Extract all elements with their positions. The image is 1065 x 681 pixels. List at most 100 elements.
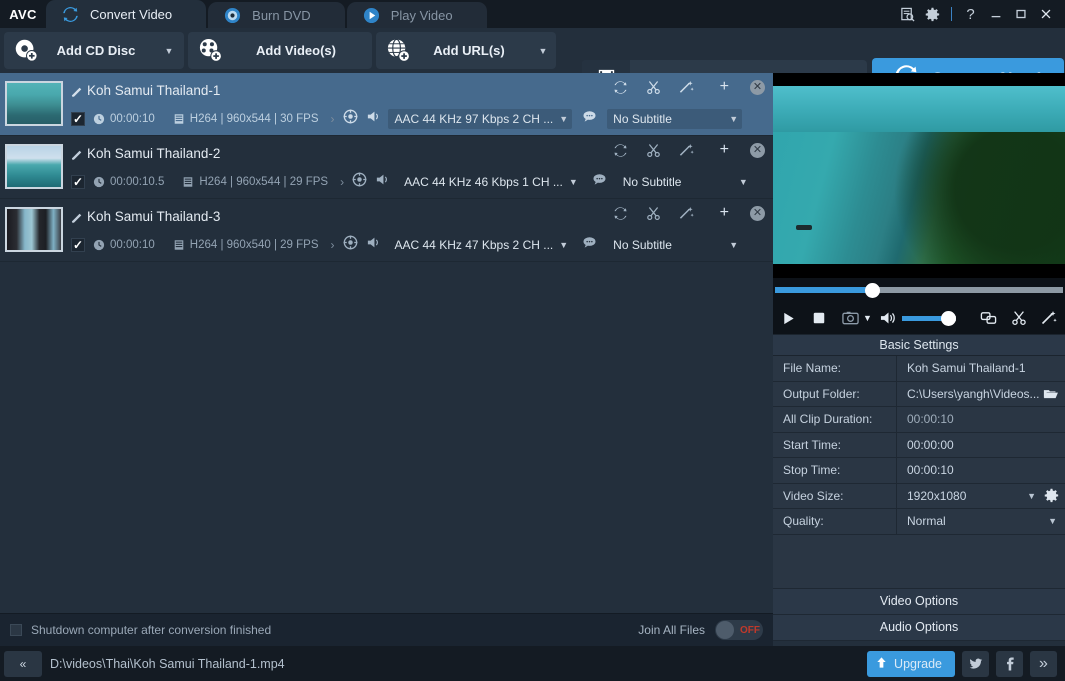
effects-icon[interactable] — [679, 79, 695, 95]
rename-pencil-icon[interactable] — [71, 85, 83, 103]
video-options-button[interactable]: Video Options — [773, 588, 1065, 615]
twitter-icon[interactable] — [962, 650, 989, 677]
trim-scissors-icon[interactable] — [646, 79, 662, 95]
audio-speaker-icon — [366, 235, 381, 255]
subtitle-dropdown[interactable]: No Subtitle ▼ — [607, 109, 743, 129]
add-row-icon[interactable]: + — [720, 205, 729, 221]
tab-convert-video[interactable]: Convert Video — [46, 0, 207, 28]
row-checkbox[interactable]: ✓ — [71, 112, 85, 126]
setting-row-start-time: Start Time: 00:00:00 — [773, 432, 1065, 458]
file-title: Koh Samui Thailand-1 — [87, 83, 221, 98]
audio-track-dropdown[interactable]: AAC 44 KHz 47 Kbps 2 CH ... ▼ — [388, 235, 573, 255]
remove-row-icon[interactable]: ✕ — [750, 142, 765, 158]
rename-pencil-icon[interactable] — [71, 211, 83, 229]
join-all-files-toggle[interactable]: OFF — [715, 620, 763, 640]
main-toolbar: Add CD Disc ▼ Add Video(s) Add URL(s) ▼ — [0, 28, 1065, 99]
preview-sky — [773, 86, 1065, 133]
codec-value: H264 | 960x544 | 30 FPS — [189, 113, 319, 125]
chevron-down-icon[interactable]: ▼ — [530, 46, 556, 56]
facebook-icon[interactable] — [996, 650, 1023, 677]
quality-dropdown[interactable]: Normal ▼ — [897, 509, 1065, 534]
subtitle-dropdown[interactable]: No Subtitle ▼ — [607, 235, 742, 255]
add-cd-disc-button[interactable]: Add CD Disc ▼ — [4, 32, 184, 69]
table-row[interactable]: Koh Samui Thailand-3 ✓ 00:00:10 H264 | 9… — [0, 199, 773, 262]
volume-slider[interactable] — [901, 310, 956, 326]
settings-gear-icon[interactable] — [920, 1, 945, 27]
shutdown-label: Shutdown computer after conversion finis… — [31, 623, 272, 637]
audio-track-value: AAC 44 KHz 97 Kbps 2 CH ... — [394, 112, 554, 126]
collapse-panel-button[interactable]: « — [4, 650, 42, 677]
target-icon[interactable] — [352, 172, 367, 192]
target-icon[interactable] — [343, 109, 358, 129]
row-checkbox[interactable]: ✓ — [71, 175, 85, 189]
table-row[interactable]: Koh Samui Thailand-1 ✓ 00:00:10 H264 | 9… — [0, 73, 773, 136]
trim-scissors-icon[interactable] — [1011, 310, 1027, 326]
stop-button[interactable] — [812, 311, 826, 325]
codec-value: H264 | 960x544 | 29 FPS — [199, 176, 329, 188]
video-preview[interactable] — [773, 73, 1065, 278]
audio-track-dropdown[interactable]: AAC 44 KHz 46 Kbps 1 CH ... ▼ — [397, 172, 582, 192]
setting-key: Quality: — [773, 509, 897, 534]
expand-chevron-icon[interactable]: › — [331, 238, 335, 252]
subtitle-dropdown[interactable]: No Subtitle ▼ — [617, 172, 752, 192]
add-row-icon[interactable]: + — [720, 142, 729, 158]
audio-options-button[interactable]: Audio Options — [773, 614, 1065, 641]
minimize-button[interactable] — [983, 1, 1008, 27]
volume-handle[interactable] — [940, 310, 956, 326]
crop-icon[interactable] — [980, 310, 997, 326]
basic-settings-header: Basic Settings — [773, 334, 1065, 356]
play-button[interactable] — [781, 311, 796, 326]
preview-seek-bar[interactable] — [773, 278, 1065, 302]
file-title: Koh Samui Thailand-3 — [87, 209, 221, 224]
video-size-gear-icon[interactable] — [1044, 488, 1065, 503]
setting-value[interactable]: 00:00:10 — [897, 458, 1065, 483]
maximize-button[interactable] — [1008, 1, 1033, 27]
effects-icon[interactable] — [679, 142, 695, 158]
snapshot-camera-icon[interactable] — [842, 310, 859, 326]
snapshot-chevron-down-icon[interactable]: ▼ — [863, 313, 872, 323]
rotate-icon[interactable] — [613, 205, 629, 221]
row-action-buttons: + ✕ — [613, 205, 765, 221]
trim-scissors-icon[interactable] — [646, 205, 662, 221]
remove-row-icon[interactable]: ✕ — [750, 205, 765, 221]
log-icon[interactable] — [895, 1, 920, 27]
seek-handle[interactable] — [865, 282, 880, 298]
upgrade-button[interactable]: Upgrade — [867, 650, 955, 677]
audio-track-dropdown[interactable]: AAC 44 KHz 97 Kbps 2 CH ... ▼ — [387, 109, 573, 129]
rename-pencil-icon[interactable] — [71, 148, 83, 166]
help-button[interactable]: ? — [958, 1, 983, 27]
target-icon[interactable] — [343, 235, 358, 255]
effects-icon[interactable] — [679, 205, 695, 221]
chevron-down-icon[interactable]: ▼ — [156, 46, 182, 56]
add-urls-button[interactable]: Add URL(s) ▼ — [376, 32, 556, 69]
shutdown-checkbox[interactable] — [10, 624, 22, 636]
rotate-icon[interactable] — [613, 142, 629, 158]
row-checkbox[interactable]: ✓ — [71, 238, 85, 252]
setting-value[interactable]: 00:00:00 — [897, 432, 1065, 457]
setting-value-wrap[interactable]: C:\Users\yangh\Videos... — [897, 381, 1065, 406]
expand-chevron-icon[interactable]: › — [340, 175, 344, 189]
expand-panel-button[interactable]: » — [1030, 650, 1057, 677]
setting-row-quality: Quality: Normal ▼ — [773, 509, 1065, 535]
video-size-dropdown[interactable]: 1920x1080 ▼ — [897, 483, 1065, 508]
setting-value[interactable]: Koh Samui Thailand-1 — [897, 356, 1065, 381]
tab-play-video[interactable]: Play Video — [346, 2, 487, 28]
table-row[interactable]: Koh Samui Thailand-2 ✓ 00:00:10.5 H264 |… — [0, 136, 773, 199]
video-thumbnail — [5, 81, 63, 126]
trim-scissors-icon[interactable] — [646, 142, 662, 158]
file-list: Koh Samui Thailand-1 ✓ 00:00:10 H264 | 9… — [0, 73, 773, 613]
close-button[interactable] — [1033, 1, 1058, 27]
duration-value: 00:00:10.5 — [110, 176, 165, 188]
effects-icon[interactable] — [1041, 310, 1057, 326]
tab-burn-dvd[interactable]: Burn DVD — [208, 2, 345, 28]
add-row-icon[interactable]: + — [720, 79, 729, 95]
expand-chevron-icon[interactable]: › — [331, 112, 335, 126]
remove-row-icon[interactable]: ✕ — [750, 79, 765, 95]
volume-speaker-icon[interactable] — [880, 310, 897, 326]
subtitle-value: No Subtitle — [622, 175, 682, 189]
disc-icon — [224, 7, 241, 24]
rotate-icon[interactable] — [613, 79, 629, 95]
add-videos-button[interactable]: Add Video(s) — [188, 32, 372, 69]
row-action-buttons: + ✕ — [613, 79, 765, 95]
folder-browse-icon[interactable] — [1043, 387, 1065, 400]
